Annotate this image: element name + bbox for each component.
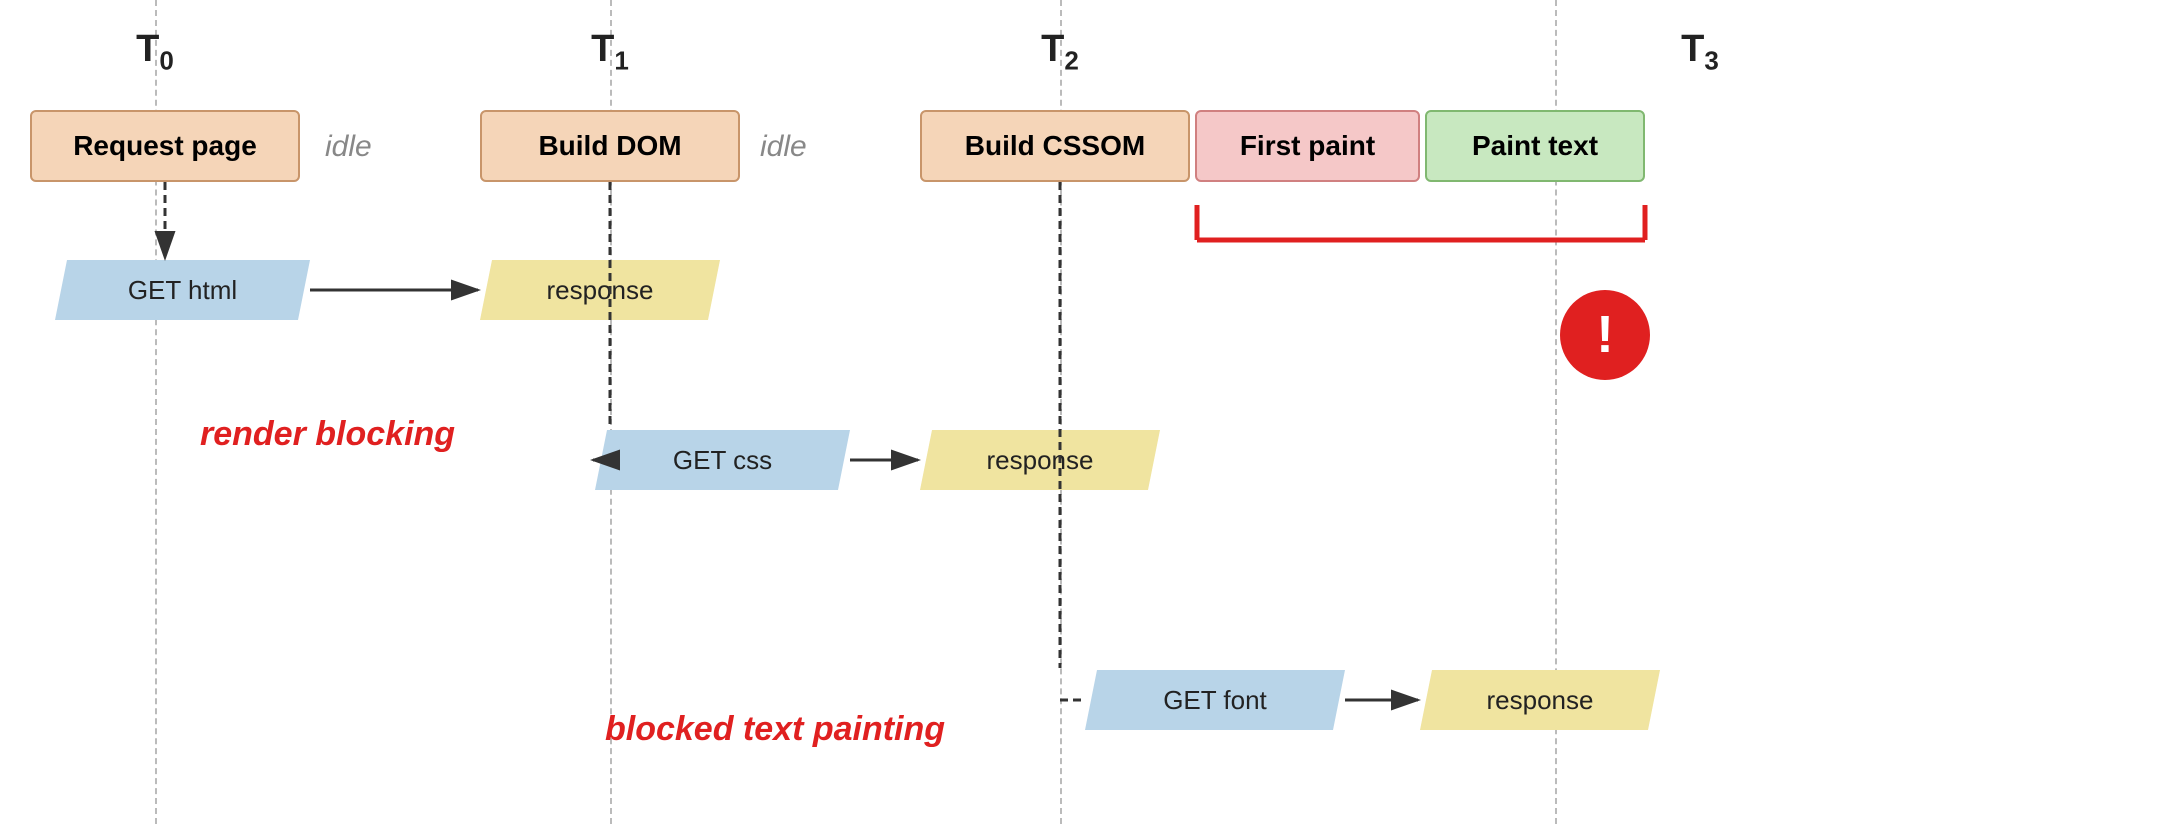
t0-label: T xyxy=(136,28,159,70)
response-font-label: response xyxy=(1487,685,1594,716)
time-label-t0: T0 xyxy=(136,28,174,77)
response-font-box: response xyxy=(1420,670,1660,730)
time-label-t2: T2 xyxy=(1041,28,1079,77)
idle-label-1: idle xyxy=(325,130,372,164)
idle2-text: idle xyxy=(760,130,807,163)
paint-text-label: Paint text xyxy=(1472,130,1598,162)
get-html-box: GET html xyxy=(55,260,310,320)
blocked-text-painting-text: blocked text painting xyxy=(605,710,945,748)
idle-label-2: idle xyxy=(760,130,807,164)
build-cssom-box: Build CSSOM xyxy=(920,110,1190,182)
t0-sub: 0 xyxy=(159,46,173,76)
build-dom-box: Build DOM xyxy=(480,110,740,182)
request-page-box: Request page xyxy=(30,110,300,182)
t2-sub: 2 xyxy=(1064,46,1078,76)
render-blocking-label: render blocking xyxy=(200,415,455,454)
blocked-text-painting-label: blocked text painting xyxy=(605,710,945,749)
get-html-label: GET html xyxy=(128,275,237,306)
get-css-label: GET css xyxy=(673,445,772,476)
diagram: T0 T1 T2 T3 Request page idle Build DOM … xyxy=(0,0,2177,824)
time-label-t3: T3 xyxy=(1681,28,1719,77)
build-dom-label: Build DOM xyxy=(538,130,681,162)
request-page-label: Request page xyxy=(73,130,257,162)
paint-text-box: Paint text xyxy=(1425,110,1645,182)
get-font-box: GET font xyxy=(1085,670,1345,730)
t3-sub: 3 xyxy=(1704,46,1718,76)
t1-label: T xyxy=(591,28,614,70)
error-circle: ! xyxy=(1560,290,1650,380)
response-css-label: response xyxy=(987,445,1094,476)
get-font-label: GET font xyxy=(1163,685,1267,716)
t2-label: T xyxy=(1041,28,1064,70)
response-html-label: response xyxy=(547,275,654,306)
t1-sub: 1 xyxy=(614,46,628,76)
response-html-box: response xyxy=(480,260,720,320)
error-icon: ! xyxy=(1596,305,1613,365)
first-paint-box: First paint xyxy=(1195,110,1420,182)
render-blocking-text: render blocking xyxy=(200,415,455,453)
get-css-box: GET css xyxy=(595,430,850,490)
build-cssom-label: Build CSSOM xyxy=(965,130,1145,162)
time-label-t1: T1 xyxy=(591,28,629,77)
idle1-text: idle xyxy=(325,130,372,163)
t3-label: T xyxy=(1681,28,1704,70)
first-paint-label: First paint xyxy=(1240,130,1375,162)
response-css-box: response xyxy=(920,430,1160,490)
